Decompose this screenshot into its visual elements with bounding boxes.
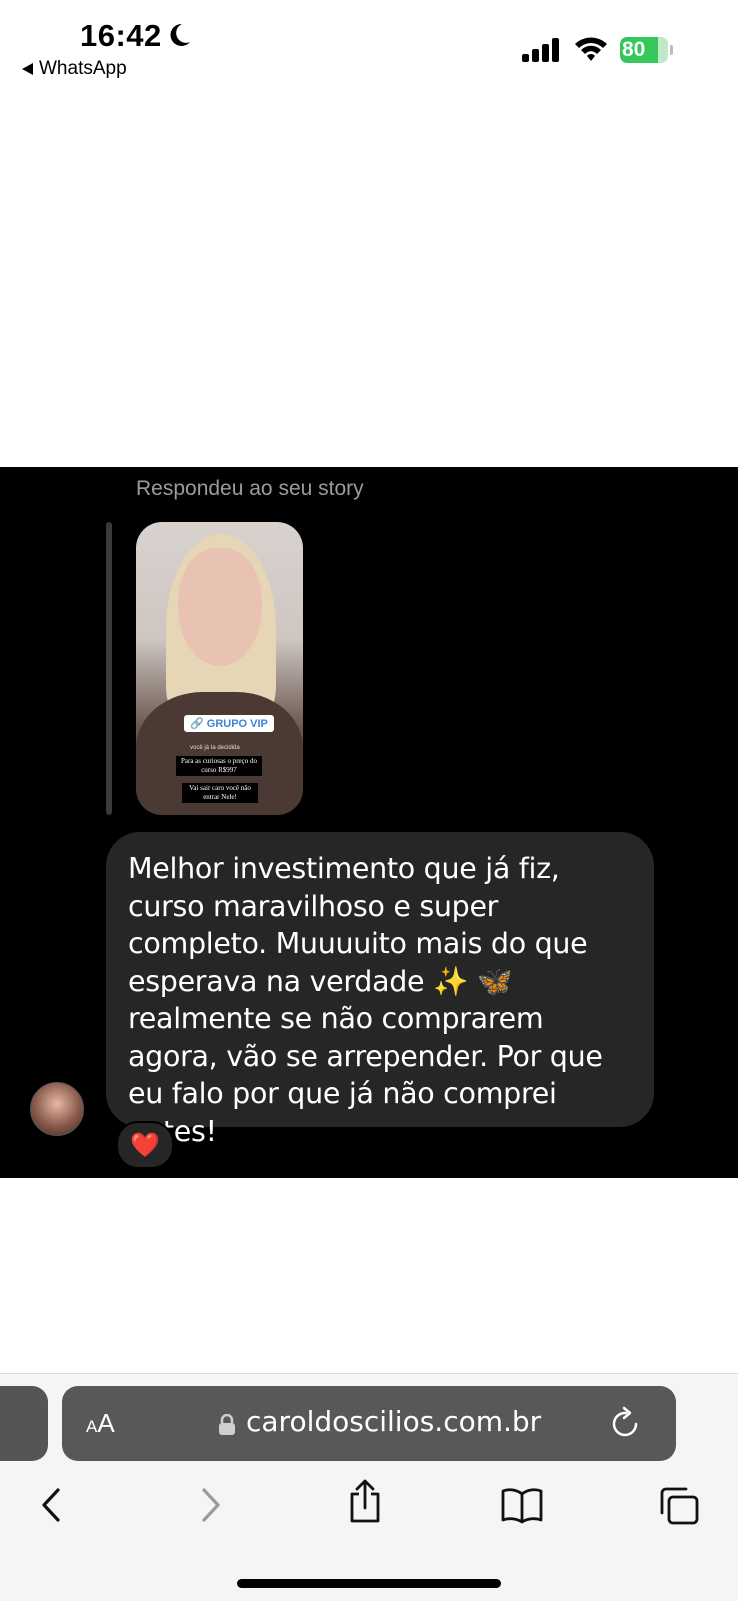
- safari-toolbar: AA caroldoscilios.com.br: [0, 1373, 738, 1601]
- cellular-signal-icon: [522, 38, 559, 62]
- heart-icon: ❤️: [130, 1131, 160, 1159]
- reader-large-a: A: [97, 1408, 115, 1438]
- thumbnail-caption-2: Para as curiosas o preço do curso R$997: [176, 756, 262, 776]
- reader-small-a: A: [86, 1417, 98, 1436]
- back-triangle-icon: [22, 63, 33, 75]
- back-app-label: WhatsApp: [39, 58, 127, 79]
- status-time: 16:42: [80, 18, 162, 53]
- reload-icon[interactable]: [610, 1406, 642, 1440]
- address-bar[interactable]: AA caroldoscilios.com.br: [62, 1386, 676, 1461]
- quote-bar: [106, 522, 112, 815]
- wifi-icon: [575, 37, 607, 61]
- chat-screenshot: Respondeu ao seu story 🔗 GRUPO VIP você …: [0, 467, 738, 1178]
- vip-tag-text: GRUPO VIP: [206, 718, 268, 730]
- face-shape: [178, 548, 262, 666]
- message-bubble[interactable]: Melhor investimento que já fiz, curso ma…: [106, 832, 654, 1148]
- story-reply-label: Respondeu ao seu story: [136, 477, 364, 500]
- thumbnail-caption-3: Vai sair caro você não entrar Nele!: [182, 783, 258, 803]
- message-text: Melhor investimento que já fiz, curso ma…: [128, 852, 603, 1148]
- battery-cap: [670, 45, 673, 55]
- previous-tab-peek[interactable]: [0, 1386, 48, 1461]
- heart-reaction[interactable]: ❤️: [116, 1121, 174, 1169]
- forward-icon[interactable]: [198, 1486, 224, 1524]
- thumbnail-caption-1: você já ta decidida: [190, 745, 240, 751]
- vip-link-sticker: 🔗 GRUPO VIP: [184, 715, 274, 732]
- back-icon[interactable]: [38, 1486, 64, 1524]
- moon-icon: [170, 23, 190, 46]
- story-thumbnail[interactable]: 🔗 GRUPO VIP você já ta decidida Para as …: [136, 522, 303, 815]
- battery-level: 80: [622, 38, 646, 61]
- lock-icon: [219, 1414, 235, 1435]
- battery-indicator: 80: [620, 37, 673, 63]
- bookmarks-icon[interactable]: [500, 1486, 544, 1524]
- back-to-app-button[interactable]: WhatsApp: [22, 58, 127, 80]
- avatar[interactable]: [30, 1082, 84, 1136]
- tabs-icon[interactable]: [658, 1486, 700, 1526]
- url-text: caroldoscilios.com.br: [246, 1405, 542, 1438]
- home-indicator[interactable]: [237, 1579, 501, 1588]
- share-icon[interactable]: [348, 1478, 382, 1524]
- reader-options-button[interactable]: AA: [86, 1408, 115, 1439]
